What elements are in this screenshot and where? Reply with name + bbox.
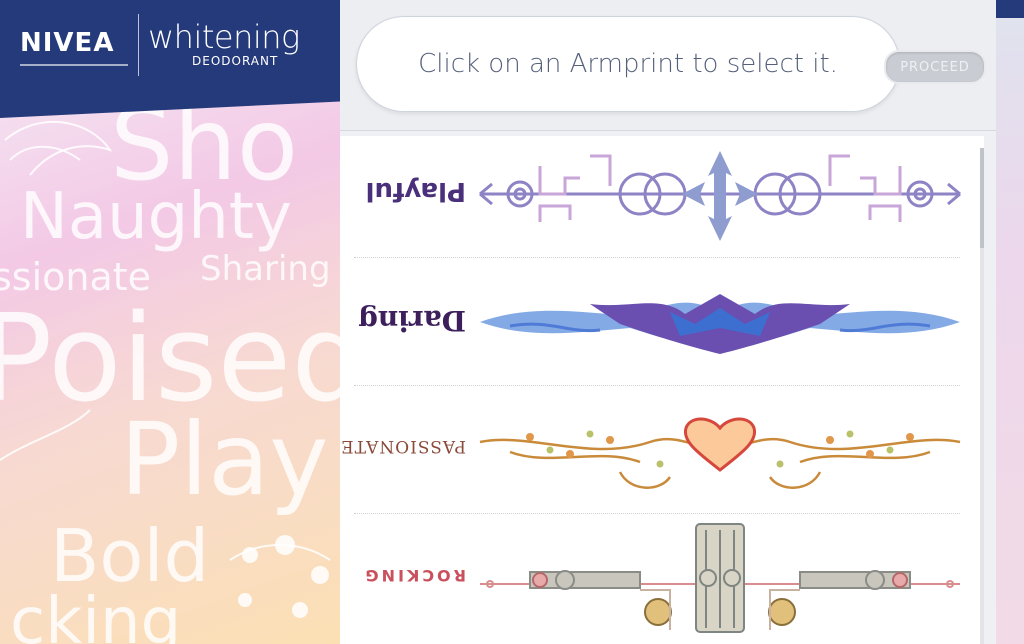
proceed-label: PROCEED bbox=[900, 59, 970, 75]
right-edge-background bbox=[996, 0, 1024, 644]
selection-panel: Click on an Armprint to select it. PROCE… bbox=[340, 0, 996, 644]
logo-underline bbox=[20, 64, 128, 66]
list-scrollbar[interactable] bbox=[980, 148, 984, 644]
armprint-option-rocking[interactable]: ROCKING bbox=[354, 520, 960, 640]
armprint-option-daring[interactable]: Daring bbox=[354, 264, 960, 384]
playful-armprint-icon bbox=[479, 151, 961, 241]
product-name: whitening bbox=[148, 18, 300, 56]
product-subtitle: DEODORANT bbox=[192, 54, 279, 68]
armprint-label: Daring bbox=[358, 304, 466, 337]
armprint-list: Playful Daring PASSIONATE ROCKING bbox=[340, 136, 984, 644]
armprint-label: Playful bbox=[365, 176, 466, 206]
scrollbar-thumb[interactable] bbox=[980, 148, 984, 248]
row-divider bbox=[354, 385, 960, 386]
instruction-text: Click on an Armprint to select it. bbox=[418, 49, 838, 79]
row-divider bbox=[354, 513, 960, 514]
background-art: Sho Naughty ssionate Sharing Poised Play… bbox=[0, 0, 340, 644]
armprint-option-playful[interactable]: Playful bbox=[354, 136, 961, 256]
right-edge-banner bbox=[996, 0, 1024, 18]
rocking-armprint-icon bbox=[480, 523, 960, 633]
passionate-armprint-icon bbox=[479, 417, 961, 489]
panel-header: Click on an Armprint to select it. PROCE… bbox=[340, 0, 996, 131]
nivea-logo: NIVEA bbox=[20, 28, 115, 58]
armprint-option-passionate[interactable]: PASSIONATE bbox=[340, 392, 961, 512]
row-divider bbox=[354, 257, 960, 258]
armprint-label: ROCKING bbox=[362, 566, 466, 585]
proceed-button[interactable]: PROCEED bbox=[884, 50, 986, 84]
armprint-label: PASSIONATE bbox=[340, 436, 466, 456]
logo-divider bbox=[138, 14, 139, 76]
daring-armprint-icon bbox=[480, 294, 960, 354]
instruction-bubble: Click on an Armprint to select it. bbox=[356, 16, 900, 112]
